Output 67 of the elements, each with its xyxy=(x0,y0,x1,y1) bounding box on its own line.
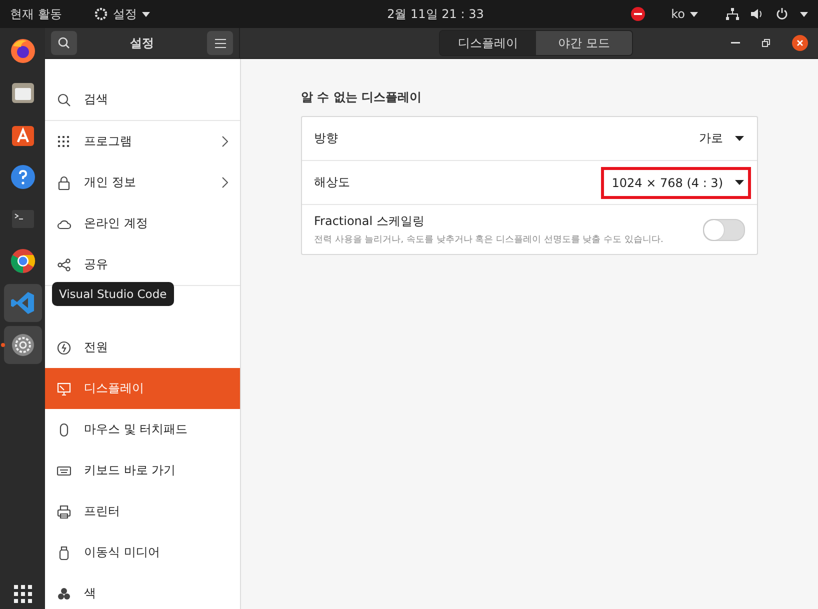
setting-label: Fractional 스케일링 xyxy=(314,213,426,230)
sidebar-item[interactable]: 전원 xyxy=(45,327,240,368)
chrome-icon xyxy=(10,248,36,274)
dock-item[interactable] xyxy=(4,326,42,364)
volume-icon[interactable] xyxy=(750,8,764,20)
section-title: 알 수 없는 디스플레이 xyxy=(301,89,423,106)
app-grid-icon[interactable] xyxy=(14,585,32,603)
color-icon xyxy=(57,586,71,600)
close-icon[interactable] xyxy=(792,35,808,51)
sidebar-item[interactable]: 검색 xyxy=(45,79,240,121)
menu-button[interactable] xyxy=(207,31,233,55)
vscode-icon xyxy=(10,290,36,316)
display-icon xyxy=(57,382,71,396)
printer-icon xyxy=(57,504,71,518)
usb-icon xyxy=(57,546,71,560)
sidebar-item[interactable]: 마우스 및 터치패드 xyxy=(45,409,240,450)
sidebar-item[interactable]: 온라인 계정 xyxy=(45,203,240,244)
help-icon xyxy=(10,164,36,190)
caret-icon[interactable] xyxy=(800,12,808,16)
sidebar-item[interactable]: 디스플레이 xyxy=(45,368,240,409)
setting-description: 전력 사용을 늘리거나, 속도를 낮추거나 혹은 디스플레이 선명도를 낮출 수도 있습니다. xyxy=(314,234,664,246)
dropdown[interactable]: 가로 xyxy=(688,121,751,156)
firefox-icon xyxy=(10,38,36,64)
setting-label: 방향 xyxy=(314,130,338,147)
running-indicator xyxy=(0,343,4,347)
sidebar-item[interactable]: 색 xyxy=(45,573,240,609)
activities-button[interactable]: 현재 활동 xyxy=(10,6,62,22)
sidebar-item[interactable]: 공유 xyxy=(45,244,240,286)
lock-icon xyxy=(57,176,71,190)
sidebar-item[interactable]: 프로그램 xyxy=(45,121,240,162)
sidebar-item[interactable]: 프린터 xyxy=(45,491,240,532)
caret-icon xyxy=(142,12,150,16)
network-icon[interactable] xyxy=(726,8,739,20)
minimize-icon[interactable] xyxy=(731,42,740,44)
share-icon xyxy=(57,258,71,272)
settings-icon xyxy=(10,332,36,358)
search-icon xyxy=(58,37,70,49)
chevron-icon xyxy=(222,177,228,188)
setting-label: 해상도 xyxy=(314,174,350,191)
power-icon[interactable] xyxy=(776,8,788,20)
app-menu[interactable]: 설정 xyxy=(94,6,150,22)
search-button[interactable] xyxy=(51,31,77,55)
window-title: 설정 xyxy=(130,34,154,52)
clock[interactable]: 2월 11일 21 : 33 xyxy=(297,6,484,22)
do-not-disturb-icon[interactable] xyxy=(631,7,646,21)
language-menu[interactable]: ko xyxy=(671,7,698,21)
chevron-icon xyxy=(222,136,228,147)
toggle-switch[interactable] xyxy=(703,218,745,240)
view-tab[interactable]: 야간 모드 xyxy=(536,31,632,55)
sidebar-item[interactable]: 키보드 바로 가기 xyxy=(45,450,240,491)
tooltip: Visual Studio Code xyxy=(52,282,174,306)
sidebar-item[interactable]: 개인 정보 xyxy=(45,162,240,203)
apps-icon xyxy=(57,134,71,148)
caret-icon xyxy=(690,12,698,16)
dropdown[interactable]: 1024 × 768 (4 : 3) xyxy=(600,166,751,198)
caret-icon xyxy=(735,136,744,141)
sidebar-item[interactable]: 이동식 미디어 xyxy=(45,532,240,573)
gear-icon xyxy=(94,7,108,21)
menu-icon xyxy=(214,38,226,48)
power-icon xyxy=(57,340,71,354)
caret-icon xyxy=(735,180,744,185)
view-tab[interactable]: 디스플레이 xyxy=(440,31,536,55)
restore-icon[interactable] xyxy=(762,39,770,47)
files-icon xyxy=(10,80,36,106)
search-icon xyxy=(57,92,71,106)
mouse-icon xyxy=(57,422,71,436)
keyboard-icon xyxy=(57,464,71,478)
